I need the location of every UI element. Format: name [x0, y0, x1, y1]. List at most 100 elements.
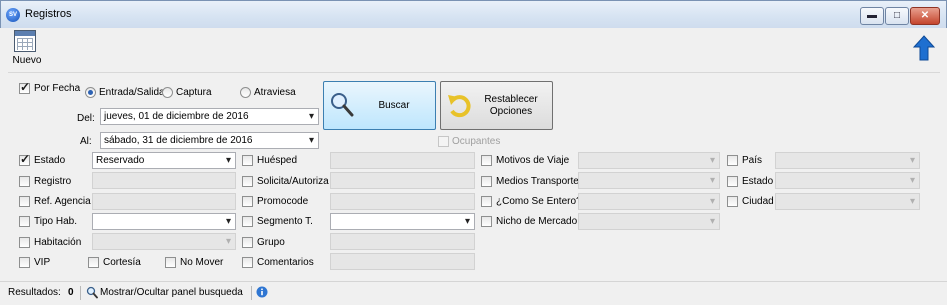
huesped-input[interactable]: [330, 152, 475, 169]
como-select[interactable]: [578, 193, 720, 210]
habitacion-label: Habitación: [34, 237, 82, 248]
tipo-hab-label: Tipo Hab.: [34, 216, 77, 227]
maximize-icon: □: [893, 10, 901, 21]
comentarios-checkbox[interactable]: [242, 257, 253, 268]
status-separator: [251, 286, 252, 300]
estado-geo-select[interactable]: [775, 172, 920, 189]
buscar-label: Buscar: [378, 100, 410, 111]
estado-geo-label: Estado: [742, 176, 774, 187]
ciudad-checkbox[interactable]: [727, 196, 738, 207]
resultados-count: 0: [68, 287, 74, 298]
radio-entrada-salida-label: Entrada/Salida: [99, 87, 165, 98]
vip-label: VIP: [34, 257, 51, 268]
app-icon: SV: [6, 8, 20, 22]
promocode-input[interactable]: [330, 193, 475, 210]
promocode-label: Promocode: [257, 196, 309, 207]
vip-checkbox[interactable]: [19, 257, 30, 268]
motivos-select[interactable]: [578, 152, 720, 169]
radio-entrada-salida[interactable]: [85, 87, 96, 98]
ocupantes-checkbox[interactable]: [438, 136, 449, 147]
nicho-label: Nicho de Mercado: [496, 216, 578, 227]
radio-atraviesa[interactable]: [240, 87, 251, 98]
segmento-label: Segmento T.: [257, 216, 313, 227]
tipo-hab-select[interactable]: [92, 213, 236, 230]
search-icon: [331, 93, 354, 117]
no-mover-label: No Mover: [180, 257, 224, 268]
motivos-checkbox[interactable]: [481, 155, 492, 166]
grupo-label: Grupo: [257, 237, 285, 248]
date-to-picker[interactable]: sábado, 31 de diciembre de 2016: [100, 132, 319, 149]
del-label: Del:: [77, 113, 95, 124]
restablecer-button[interactable]: Restablecer Opciones: [440, 81, 553, 130]
promocode-checkbox[interactable]: [242, 196, 253, 207]
registro-label: Registro: [34, 176, 72, 187]
medios-select[interactable]: [578, 172, 720, 189]
radio-captura[interactable]: [162, 87, 173, 98]
medios-checkbox[interactable]: [481, 176, 492, 187]
estado-label: Estado: [34, 155, 66, 166]
restablecer-label-1: Restablecer: [484, 94, 538, 105]
nicho-select[interactable]: [578, 213, 720, 230]
nuevo-label: Nuevo: [12, 55, 42, 66]
ciudad-label: Ciudad: [742, 196, 774, 207]
por-fecha-label: Por Fecha: [34, 83, 81, 94]
al-label: Al:: [80, 136, 92, 147]
motivos-label: Motivos de Viaje: [496, 155, 570, 166]
arrow-up-icon[interactable]: [913, 35, 935, 61]
ref-agencia-input[interactable]: [92, 193, 236, 210]
estado-value: Reservado: [96, 155, 145, 166]
buscar-button[interactable]: Buscar: [323, 81, 436, 130]
como-label: ¿Como Se Entero?: [496, 196, 582, 207]
status-separator: [80, 286, 81, 300]
grupo-checkbox[interactable]: [242, 237, 253, 248]
estado-select[interactable]: Reservado: [92, 152, 236, 169]
solicita-checkbox[interactable]: [242, 176, 253, 187]
resultados-label: Resultados:: [8, 287, 61, 298]
title-bar: [0, 0, 947, 28]
comentarios-input[interactable]: [330, 253, 475, 270]
date-to-value: sábado, 31 de diciembre de 2016: [104, 135, 253, 146]
tipo-hab-checkbox[interactable]: [19, 216, 30, 227]
habitacion-select[interactable]: [92, 233, 236, 250]
por-fecha-checkbox[interactable]: [19, 80, 30, 94]
toggle-panel-link[interactable]: Mostrar/Ocultar panel busqueda: [100, 287, 243, 298]
huesped-checkbox[interactable]: [242, 155, 253, 166]
close-button[interactable]: ✕: [910, 7, 940, 25]
date-from-value: jueves, 01 de diciembre de 2016: [104, 111, 249, 122]
habitacion-checkbox[interactable]: [19, 237, 30, 248]
comentarios-label: Comentarios: [257, 257, 314, 268]
info-icon[interactable]: [256, 286, 268, 298]
solicita-label: Solicita/Autoriza: [257, 176, 329, 187]
radio-atraviesa-label: Atraviesa: [254, 87, 296, 98]
minimize-button[interactable]: ▬: [860, 7, 884, 25]
medios-label: Medios Transporte: [496, 176, 579, 187]
ocupantes-label: Ocupantes: [452, 136, 501, 147]
como-checkbox[interactable]: [481, 196, 492, 207]
maximize-button[interactable]: □: [885, 7, 909, 25]
date-from-picker[interactable]: jueves, 01 de diciembre de 2016: [100, 108, 319, 125]
minimize-icon: ▬: [867, 10, 877, 21]
segmento-select[interactable]: [330, 213, 475, 230]
no-mover-checkbox[interactable]: [165, 257, 176, 268]
registro-input[interactable]: [92, 172, 236, 189]
estado-checkbox[interactable]: [19, 152, 30, 166]
huesped-label: Huésped: [257, 155, 298, 166]
nicho-checkbox[interactable]: [481, 216, 492, 227]
cortesia-checkbox[interactable]: [88, 257, 99, 268]
ciudad-select[interactable]: [775, 193, 920, 210]
segmento-checkbox[interactable]: [242, 216, 253, 227]
pais-checkbox[interactable]: [727, 155, 738, 166]
registro-checkbox[interactable]: [19, 176, 30, 187]
nuevo-button[interactable]: Nuevo: [8, 30, 44, 66]
estado-geo-checkbox[interactable]: [727, 176, 738, 187]
search-icon[interactable]: [86, 286, 98, 299]
new-record-icon: [14, 30, 36, 52]
radio-captura-label: Captura: [176, 87, 212, 98]
reset-icon: [448, 95, 471, 118]
grupo-input[interactable]: [330, 233, 475, 250]
solicita-input[interactable]: [330, 172, 475, 189]
ref-agencia-checkbox[interactable]: [19, 196, 30, 207]
pais-select[interactable]: [775, 152, 920, 169]
pais-label: País: [742, 155, 763, 166]
ref-agencia-label: Ref. Agencia: [34, 196, 91, 207]
